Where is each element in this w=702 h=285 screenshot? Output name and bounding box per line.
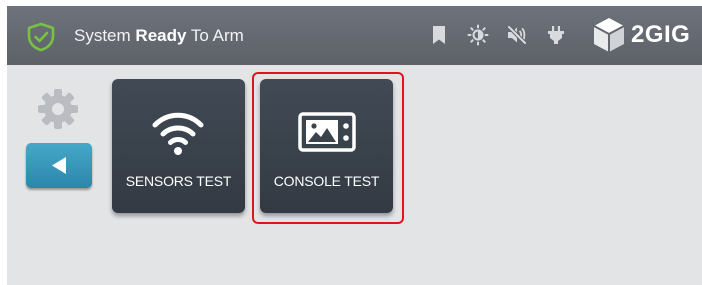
status-suffix: To Arm (190, 26, 244, 45)
bookmark-icon[interactable] (428, 24, 450, 46)
sensors-test-button[interactable]: SENSORS TEST (112, 79, 245, 213)
back-arrow-icon (52, 157, 66, 174)
sensors-test-label: SENSORS TEST (125, 173, 232, 189)
shield-check-icon[interactable] (26, 22, 56, 52)
app-screen: System Ready To Arm 2GIG SENSORS TEST CO… (7, 6, 702, 285)
power-plug-icon[interactable] (545, 24, 567, 46)
back-button[interactable] (26, 143, 92, 188)
status-ready: Ready (135, 26, 187, 45)
gear-icon[interactable] (37, 88, 79, 130)
mute-icon[interactable] (506, 24, 528, 46)
brand-logo: 2GIG (591, 13, 690, 57)
brand-name: 2GIG (631, 21, 691, 48)
system-status: System Ready To Arm (74, 6, 244, 65)
selection-highlight (252, 72, 404, 224)
cube-logo-icon (593, 18, 625, 52)
top-bar: System Ready To Arm 2GIG (7, 6, 702, 65)
brightness-icon[interactable] (467, 24, 489, 46)
status-prefix: System (74, 26, 131, 45)
wifi-icon (152, 112, 204, 155)
